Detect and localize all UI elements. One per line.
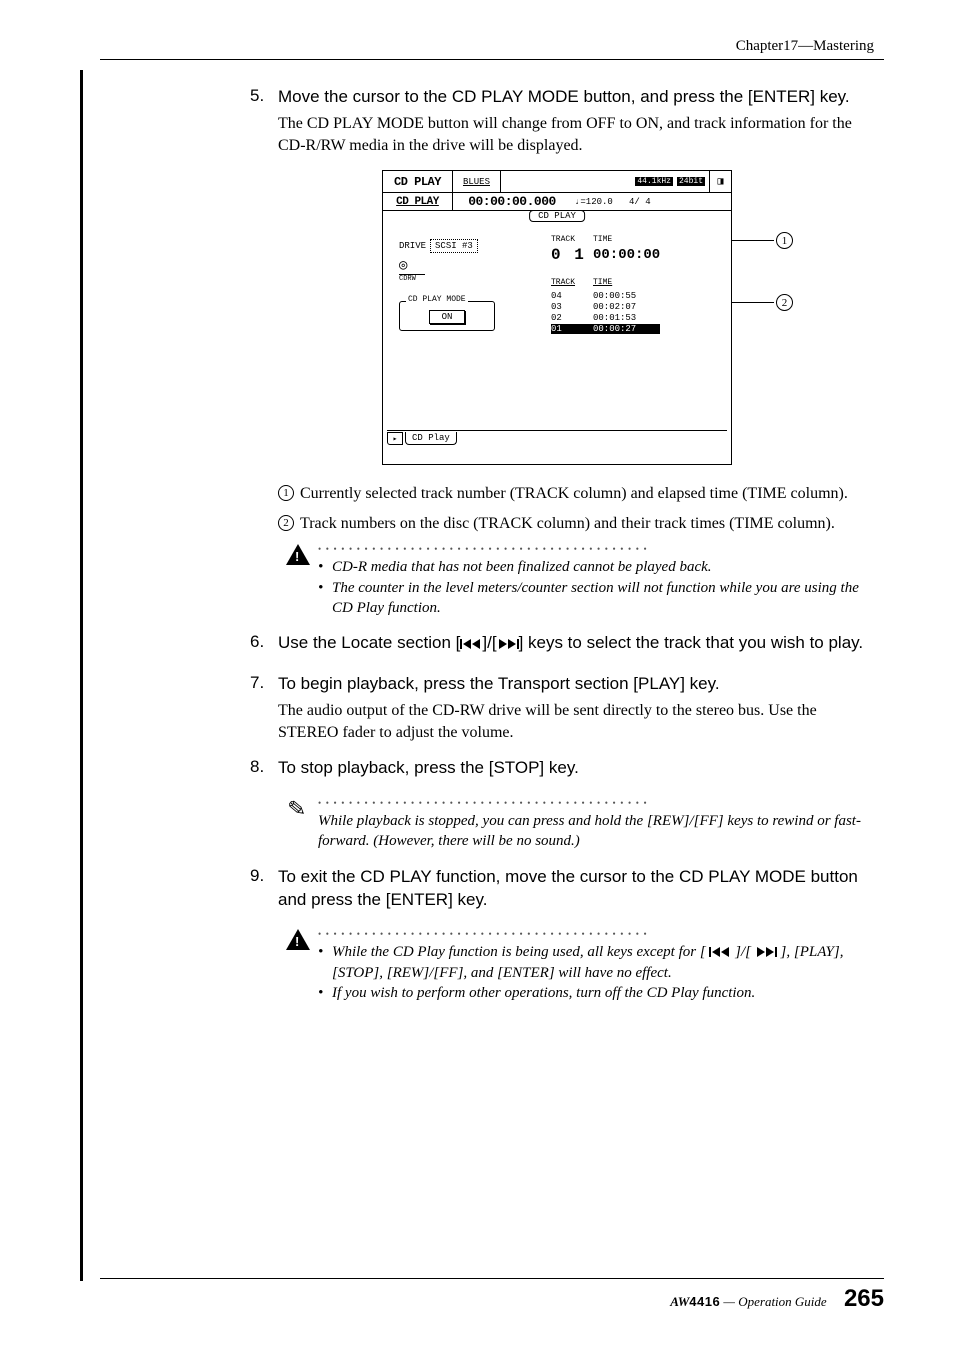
header-rule (100, 59, 884, 60)
step-5-desc: The CD PLAY MODE button will change from… (278, 113, 864, 156)
annot-1: 1 Currently selected track number (TRACK… (278, 483, 864, 505)
annot-2: 2 Track numbers on the disc (TRACK colum… (278, 513, 864, 535)
cd-icon-label: CDRW (399, 274, 425, 283)
step-8-head: To stop playback, press the [STOP] key. (278, 757, 864, 780)
footer: AW4416 — Operation Guide 265 (100, 1278, 884, 1313)
dots-decoration: ••••••••••••••••••••••••••••••••••••••••… (318, 929, 864, 939)
dots-decoration: ••••••••••••••••••••••••••••••••••••••••… (318, 544, 864, 554)
tip-1: ✎ ••••••••••••••••••••••••••••••••••••••… (278, 798, 864, 852)
fig-title-info: 44.1kHz 24bit (501, 171, 709, 192)
warning-1-item-1: CD-R media that has not been finalized c… (318, 557, 864, 577)
fig-tracklist-row: 0100:00:27 (551, 324, 660, 335)
step-9-head: To exit the CD PLAY function, move the c… (278, 866, 864, 912)
circled-2: 2 (278, 515, 294, 531)
warning-2: ••••••••••••••••••••••••••••••••••••••••… (278, 929, 864, 1003)
callout-1: 1 (732, 232, 793, 249)
fig-sub-time: 00:00:00.000 (453, 193, 571, 210)
fig-tl-h1: TRACK (551, 278, 593, 287)
fig-drive-label: DRIVE (399, 241, 426, 251)
warning-1: ••••••••••••••••••••••••••••••••••••••••… (278, 544, 864, 618)
step-8: 8. To stop playback, press the [STOP] ke… (250, 757, 864, 784)
step-5-num: 5. (250, 86, 278, 156)
fig-mode-label: CD PLAY MODE (406, 295, 468, 304)
fig-tracklist: 0400:00:550300:02:070200:01:530100:00:27 (551, 291, 660, 334)
header-chapter: Chapter17—Mastering (100, 38, 884, 55)
side-rule (80, 70, 83, 1281)
fig-bottom-tab: ▸ CD Play (387, 430, 729, 447)
step-6-head: Use the Locate section []/[] keys to sel… (278, 632, 864, 655)
fig-sub-rest: ♩=120.0 4/ 4 (571, 193, 731, 210)
skip-next-icon (755, 946, 777, 958)
footer-page: 265 (844, 1285, 884, 1312)
fig-mode-btn: ON (429, 310, 466, 324)
cd-icon: ◎ (399, 257, 495, 274)
step-9-num: 9. (250, 866, 278, 916)
fig-big-time: 00:00:00 (593, 247, 660, 263)
warning-icon (286, 544, 310, 565)
step-7-head: To begin playback, press the Transport s… (278, 673, 864, 696)
fig-big-track: 0 1 (551, 246, 593, 264)
fig-drive-value: SCSI #3 (430, 239, 478, 253)
fig-sub-left: CD PLAY (383, 193, 453, 210)
figure-wrap: CD PLAY BLUES 44.1kHz 24bit ◨ CD PLAY 00… (250, 170, 864, 465)
skip-next-icon (497, 638, 519, 650)
step-6: 6. Use the Locate section []/[] keys to … (250, 632, 864, 659)
callout-2: 2 (732, 294, 793, 311)
fig-tracklist-row: 0200:01:53 (551, 313, 660, 324)
annot-1-text: Currently selected track number (TRACK c… (300, 483, 864, 505)
warning-1-item-2: The counter in the level meters/counter … (318, 578, 864, 619)
step-8-num: 8. (250, 757, 278, 784)
fig-tab: CD PLAY (529, 210, 585, 222)
dots-decoration: ••••••••••••••••••••••••••••••••••••••••… (318, 798, 864, 808)
arrow-icon: ▸ (387, 432, 403, 445)
fig-tl-h2: TIME (593, 278, 612, 287)
fig-mode-group: CD PLAY MODE ON (399, 301, 495, 331)
fig-rc-h2: TIME (593, 235, 612, 244)
annot-2-text: Track numbers on the disc (TRACK column)… (300, 513, 864, 535)
fig-tracklist-row: 0400:00:55 (551, 291, 660, 302)
tip-1-text: While playback is stopped, you can press… (318, 811, 864, 852)
fig-rc-h1: TRACK (551, 235, 593, 244)
step-5-head: Move the cursor to the CD PLAY MODE butt… (278, 86, 864, 109)
skip-prev-icon (709, 946, 731, 958)
step-5: 5. Move the cursor to the CD PLAY MODE b… (250, 86, 864, 156)
warning-2-item-2: If you wish to perform other operations,… (318, 983, 864, 1003)
step-6-num: 6. (250, 632, 278, 659)
footer-rule (100, 1278, 884, 1279)
fig-title-song: BLUES (453, 171, 501, 192)
circled-1: 1 (278, 485, 294, 501)
skip-prev-icon (460, 638, 482, 650)
footer-guide: — Operation Guide (720, 1294, 827, 1309)
fig-title-left: CD PLAY (383, 171, 453, 192)
tip-icon: ✎ (286, 797, 309, 852)
warning-2-item-1: While the CD Play function is being used… (318, 942, 864, 983)
speaker-icon: ◨ (709, 171, 731, 192)
fig-tracklist-row: 0300:02:07 (551, 302, 660, 313)
step-7: 7. To begin playback, press the Transpor… (250, 673, 864, 743)
footer-model: AW4416 (670, 1294, 720, 1309)
warning-icon (286, 929, 310, 950)
figure-screenshot: CD PLAY BLUES 44.1kHz 24bit ◨ CD PLAY 00… (382, 170, 732, 465)
step-7-desc: The audio output of the CD-RW drive will… (278, 700, 864, 743)
step-7-num: 7. (250, 673, 278, 743)
step-9: 9. To exit the CD PLAY function, move th… (250, 866, 864, 916)
